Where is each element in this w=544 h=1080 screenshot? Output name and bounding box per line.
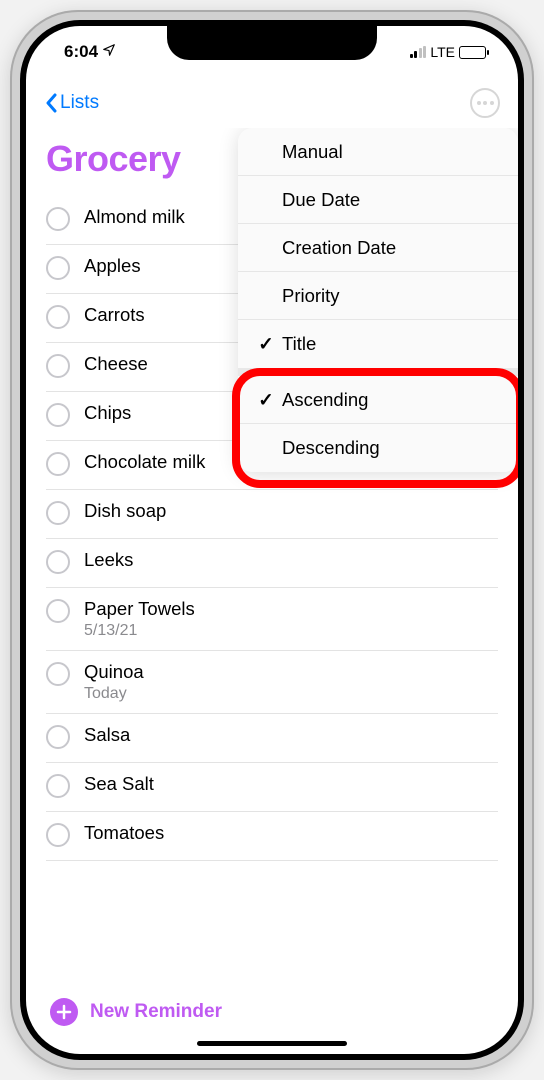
more-button[interactable] [470, 88, 500, 118]
phone-bezel: 6:04 LTE Lists [20, 20, 524, 1060]
reminder-label: Sea Salt [84, 773, 154, 795]
sort-option-label: Manual [282, 141, 343, 163]
reminder-label: Apples [84, 255, 141, 277]
reminder-text: Cheese [84, 353, 148, 375]
carrier-label: LTE [430, 44, 455, 60]
reminder-label: Almond milk [84, 206, 185, 228]
menu-divider [238, 368, 518, 376]
new-reminder-label: New Reminder [90, 1001, 222, 1023]
bottom-bar: New Reminder [26, 998, 518, 1034]
reminder-checkbox[interactable] [46, 256, 70, 280]
reminder-item[interactable]: Paper Towels 5/13/21 [46, 588, 498, 651]
reminder-checkbox[interactable] [46, 305, 70, 329]
sort-option-label: Priority [282, 285, 340, 307]
chevron-left-icon [44, 93, 58, 113]
reminder-item[interactable]: Leeks [46, 539, 498, 588]
reminder-text: Carrots [84, 304, 145, 326]
reminder-subtitle: 5/13/21 [84, 622, 195, 640]
reminder-text: Almond milk [84, 206, 185, 228]
reminder-label: Paper Towels [84, 598, 195, 620]
new-reminder-button[interactable]: New Reminder [50, 998, 494, 1026]
phone-frame: 6:04 LTE Lists [10, 10, 534, 1070]
home-indicator[interactable] [197, 1041, 347, 1046]
reminder-checkbox[interactable] [46, 354, 70, 378]
more-icon [477, 101, 494, 105]
checkmark-icon: ✓ [256, 333, 276, 355]
reminder-item[interactable]: Quinoa Today [46, 651, 498, 714]
reminder-item[interactable]: Sea Salt [46, 763, 498, 812]
sort-menu: Manual Due Date Creation Date Priority ✓ Titl… [238, 128, 518, 472]
sort-option-ascending[interactable]: ✓ Ascending [238, 376, 518, 424]
sort-order-group: ✓ Ascending Descending [238, 376, 518, 472]
status-right: LTE [410, 44, 486, 60]
reminder-label: Chocolate milk [84, 451, 205, 473]
reminder-label: Leeks [84, 549, 133, 571]
reminder-subtitle: Today [84, 685, 144, 703]
battery-icon [459, 46, 486, 59]
notch [167, 26, 377, 60]
sort-option-due-date[interactable]: Due Date [238, 176, 518, 224]
reminder-text: Paper Towels 5/13/21 [84, 598, 195, 640]
reminder-text: Leeks [84, 549, 133, 571]
content-area: Grocery Almond milkApplesCarrotsCheeseCh… [26, 128, 518, 964]
reminder-text: Dish soap [84, 500, 166, 522]
reminder-checkbox[interactable] [46, 823, 70, 847]
reminder-checkbox[interactable] [46, 207, 70, 231]
reminder-label: Quinoa [84, 661, 144, 683]
reminder-text: Salsa [84, 724, 130, 746]
reminder-text: Chips [84, 402, 131, 424]
reminder-checkbox[interactable] [46, 599, 70, 623]
reminder-text: Apples [84, 255, 141, 277]
reminder-label: Cheese [84, 353, 148, 375]
sort-option-label: Due Date [282, 189, 360, 211]
plus-icon [50, 998, 78, 1026]
nav-bar: Lists [26, 78, 518, 128]
reminder-checkbox[interactable] [46, 774, 70, 798]
reminder-label: Dish soap [84, 500, 166, 522]
reminder-checkbox[interactable] [46, 501, 70, 525]
reminder-checkbox[interactable] [46, 452, 70, 476]
sort-by-group: Manual Due Date Creation Date Priority ✓ Titl… [238, 128, 518, 368]
back-label: Lists [60, 92, 99, 114]
reminder-label: Carrots [84, 304, 145, 326]
reminder-label: Tomatoes [84, 822, 164, 844]
reminder-checkbox[interactable] [46, 725, 70, 749]
back-button[interactable]: Lists [44, 92, 99, 114]
reminder-text: Sea Salt [84, 773, 154, 795]
sort-option-manual[interactable]: Manual [238, 128, 518, 176]
sort-option-label: Title [282, 333, 316, 355]
reminder-item[interactable]: Tomatoes [46, 812, 498, 861]
screen: 6:04 LTE Lists [26, 26, 518, 1054]
sort-option-label: Descending [282, 437, 380, 459]
sort-option-label: Ascending [282, 389, 368, 411]
reminder-checkbox[interactable] [46, 403, 70, 427]
reminder-text: Quinoa Today [84, 661, 144, 703]
reminder-checkbox[interactable] [46, 662, 70, 686]
sort-option-priority[interactable]: Priority [238, 272, 518, 320]
reminder-text: Chocolate milk [84, 451, 205, 473]
sort-option-title[interactable]: ✓ Title [238, 320, 518, 368]
status-time: 6:04 [64, 42, 98, 62]
reminder-item[interactable]: Dish soap [46, 490, 498, 539]
reminder-label: Salsa [84, 724, 130, 746]
reminder-checkbox[interactable] [46, 550, 70, 574]
reminder-label: Chips [84, 402, 131, 424]
sort-option-label: Creation Date [282, 237, 396, 259]
sort-option-descending[interactable]: Descending [238, 424, 518, 472]
sort-option-creation-date[interactable]: Creation Date [238, 224, 518, 272]
status-left: 6:04 [64, 42, 116, 62]
reminder-item[interactable]: Salsa [46, 714, 498, 763]
signal-icon [410, 46, 427, 58]
location-icon [102, 42, 116, 62]
reminder-text: Tomatoes [84, 822, 164, 844]
checkmark-icon: ✓ [256, 389, 276, 411]
